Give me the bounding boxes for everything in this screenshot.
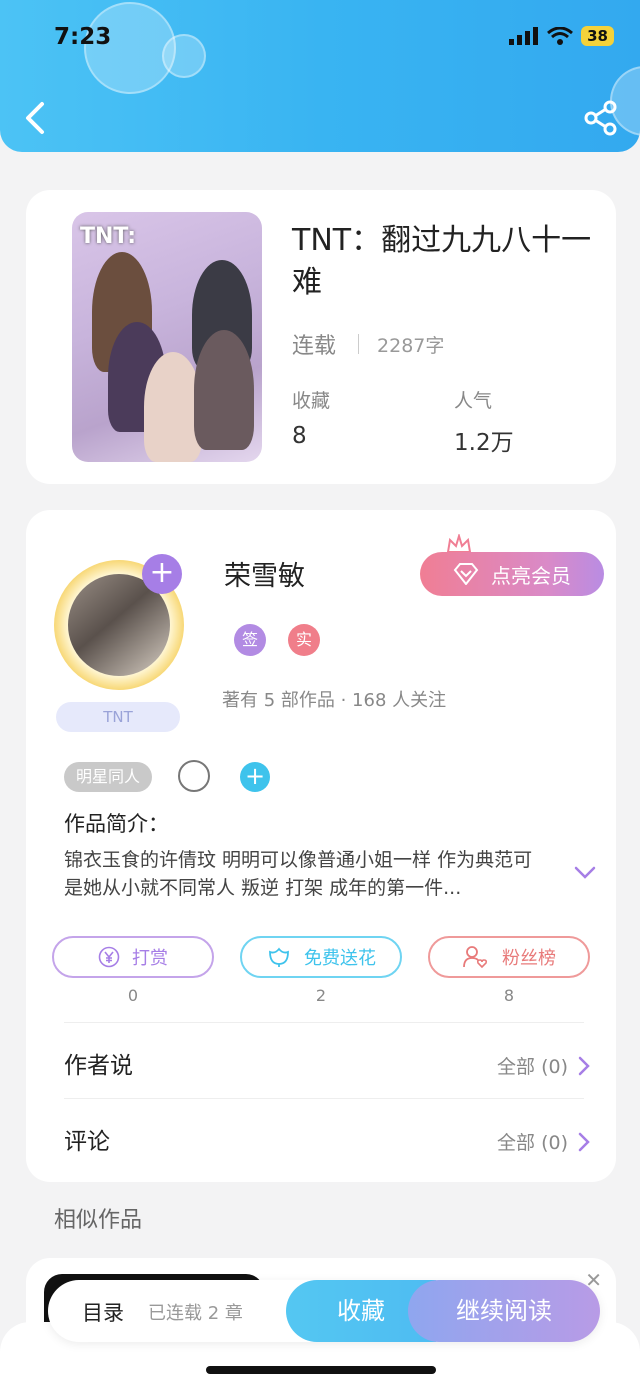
status-icons: 38 — [509, 26, 614, 46]
divider — [64, 1098, 584, 1099]
book-meta: 连载 2287字 — [292, 328, 444, 360]
popularity-label: 人气 — [454, 390, 493, 412]
fan-rank-button[interactable]: 粉丝榜 — [428, 936, 590, 978]
header-bar: 7:23 38 — [0, 0, 640, 152]
collect-label: 收藏 — [292, 390, 331, 412]
book-title: TNT：翻过九九八十一难 — [292, 223, 592, 300]
decor-bubble — [162, 34, 206, 78]
back-arrow-icon[interactable] — [22, 100, 52, 136]
author-card: + TNT 荣雪敏 点亮会员 签 实 著有 5 部作品 · 168 人关注 明星… — [26, 510, 616, 1182]
chevron-right-icon — [578, 1132, 590, 1151]
wifi-icon — [547, 27, 574, 45]
battery-level: 38 — [581, 26, 614, 46]
word-count: 2287字 — [377, 334, 445, 357]
author-says-title[interactable]: 作者说 — [64, 1046, 133, 1080]
follow-plus-button[interactable]: + — [142, 554, 182, 594]
send-flower-label: 免费送花 — [304, 948, 376, 969]
fan-rank-label: 粉丝榜 — [502, 948, 556, 969]
book-info-card: TNT: TNT：翻过九九八十一难 连载 2287字 收藏 8 人气 1.2万 — [26, 190, 616, 484]
author-says-count: 全部 (0) — [497, 1056, 568, 1078]
author-name[interactable]: 荣雪敏 — [224, 554, 305, 593]
similar-works-title: 相似作品 — [54, 1208, 143, 1233]
user-heart-icon — [463, 946, 488, 969]
popularity-value: 1.2万 — [454, 430, 514, 456]
cover-title: TNT: — [80, 224, 137, 249]
vip-button[interactable]: 点亮会员 — [420, 552, 604, 596]
comments-count: 全部 (0) — [497, 1132, 568, 1154]
diamond-icon — [453, 563, 479, 585]
yen-icon — [98, 946, 120, 968]
comments-more[interactable]: 全部 (0) — [497, 1128, 590, 1155]
chevron-right-icon — [578, 1056, 590, 1075]
genre-tag[interactable]: 明星同人 — [64, 762, 153, 792]
divider — [64, 1022, 584, 1023]
toc-button[interactable]: 目录 — [82, 1297, 124, 1327]
reader-action-bar: 目录 已连载 2 章 收藏 继续阅读 — [48, 1280, 600, 1342]
flower-icon — [269, 947, 289, 967]
crown-icon — [446, 534, 472, 553]
flower-count: 2 — [315, 986, 327, 1005]
collect-stat: 收藏 8 — [292, 386, 330, 449]
fan-badge: TNT — [56, 702, 180, 732]
cover-figure — [194, 330, 254, 450]
collect-value: 8 — [292, 423, 307, 449]
chapters-count: 已连载 2 章 — [148, 1303, 243, 1324]
tip-button[interactable]: 打赏 — [52, 936, 214, 978]
verified-tag: 实 — [288, 624, 320, 656]
empty-tag-circle[interactable] — [178, 760, 210, 792]
signal-icon — [509, 27, 539, 45]
tip-count: 0 — [127, 986, 139, 1005]
popularity-stat: 人气 1.2万 — [454, 386, 514, 457]
add-tag-button[interactable]: + — [240, 762, 270, 792]
chevron-down-icon[interactable] — [574, 866, 596, 880]
meta-divider — [358, 334, 360, 354]
share-icon[interactable] — [584, 100, 618, 136]
intro-label: 作品简介： — [64, 812, 169, 836]
book-cover[interactable]: TNT: — [72, 212, 262, 462]
fan-rank-count: 8 — [503, 986, 515, 1005]
status-time: 7:23 — [54, 24, 112, 50]
works-summary: 著有 5 部作品 · 168 人关注 — [222, 690, 447, 711]
tip-button-label: 打赏 — [132, 948, 168, 969]
continue-reading-button[interactable]: 继续阅读 — [408, 1280, 600, 1342]
home-indicator — [206, 1366, 436, 1374]
comments-title[interactable]: 评论 — [64, 1122, 110, 1156]
vip-button-label: 点亮会员 — [491, 563, 571, 588]
signed-tag: 签 — [234, 624, 266, 656]
send-flower-button[interactable]: 免费送花 — [240, 936, 402, 978]
intro-text: 锦衣玉食的许倩玟 明明可以像普通小姐一样 作为典范可是她从小就不同常人 叛逆 打… — [64, 849, 533, 899]
book-status: 连载 — [292, 334, 337, 359]
author-says-more[interactable]: 全部 (0) — [497, 1052, 590, 1079]
